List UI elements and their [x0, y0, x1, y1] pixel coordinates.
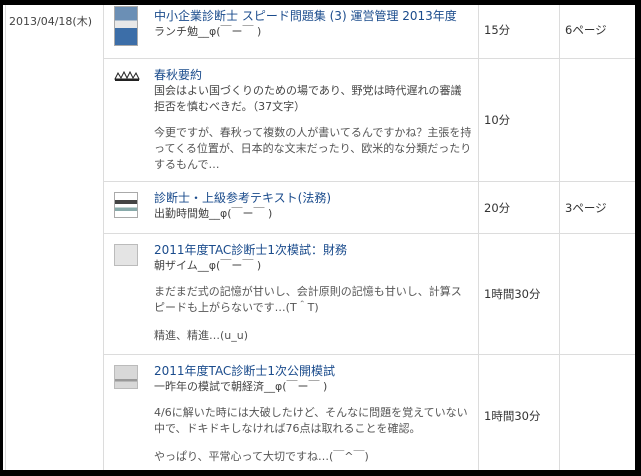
book-comment: 4/6に解いた時には大破したけど、そんなに問題を覚えていない中で、ドキドキしなけ…	[154, 406, 468, 435]
study-time: 15分	[478, 5, 560, 59]
book-cover-thumbnail[interactable]	[114, 244, 140, 344]
study-time: 1時間30分	[478, 354, 560, 470]
book-cover-thumbnail[interactable]	[114, 6, 140, 46]
book-note: ランチ勉__φ(￣ー￣ )	[154, 25, 262, 38]
book-note: 朝ザイム__φ(￣ー￣ )	[154, 259, 262, 272]
date-label: 2013/04/18(木)	[9, 15, 92, 28]
book-title-link[interactable]: 診断士・上級参考テキスト(法務)	[154, 190, 472, 206]
book-comment: まだまだ式の記憶が甘いし、会計原則の記憶も甘いし、計算スピードも上がらないです……	[154, 285, 462, 314]
book-cell: 2011年度TAC診断士1次公開模試 一昨年の模試で朝経済__φ(￣ー￣ ) 4…	[103, 354, 479, 470]
table-row: 2013/04/18(木) 中小企業診断士 スピード問題集 (3) 運営管理 2…	[5, 5, 635, 470]
book-cell: 2011年度TAC診断士1次模試：財務 朝ザイム__φ(￣ー￣ ) まだまだ式の…	[103, 233, 479, 355]
page-count: 3ページ	[559, 181, 635, 234]
book-note: 一昨年の模試で朝経済__φ(￣ー￣ )	[154, 380, 328, 393]
study-time: 1時間30分	[478, 233, 560, 355]
date-cell: 2013/04/18(木)	[5, 5, 104, 470]
study-log-panel: 2013/04/18(木) 中小企業診断士 スピード問題集 (3) 運営管理 2…	[3, 5, 635, 470]
study-time: 10分	[478, 58, 560, 182]
book-title-link[interactable]: 中小企業診断士 スピード問題集 (3) 運営管理 2013年度	[154, 8, 472, 24]
book-title-link[interactable]: 2011年度TAC診断士1次公開模試	[154, 363, 472, 379]
crown-logo-icon	[114, 70, 140, 81]
book-title-link[interactable]: 2011年度TAC診断士1次模試：財務	[154, 242, 472, 258]
book-comment-extra: 精進、精進…(u_u)	[154, 329, 249, 342]
study-time: 20分	[478, 181, 560, 234]
book-comment: 今更ですが、春秋って複数の人が書いてるんですかね？主張を持ってくる位置が、日本的…	[154, 126, 472, 171]
page-count	[559, 233, 635, 355]
book-comment-extra: やっぱり、平常心って大切ですね…(￣^￣)	[154, 450, 369, 463]
page-count	[559, 354, 635, 470]
book-cover-thumbnail[interactable]	[114, 192, 140, 222]
book-note: 国会はよい国づくりのための場であり、野党は時代遅れの審議拒否を慎むべきだ。（37…	[154, 84, 462, 113]
book-title-link[interactable]: 春秋要約	[154, 67, 472, 83]
page-count	[559, 58, 635, 182]
book-cell: 春秋要約 国会はよい国づくりのための場であり、野党は時代遅れの審議拒否を慎むべき…	[103, 58, 479, 182]
book-cover-thumbnail[interactable]	[114, 365, 140, 465]
book-cell: 中小企業診断士 スピード問題集 (3) 運営管理 2013年度 ランチ勉__φ(…	[103, 5, 479, 59]
book-note: 出勤時間勉__φ(￣ー￣ )	[154, 207, 273, 220]
page-count: 6ページ	[559, 5, 635, 59]
book-cell: 診断士・上級参考テキスト(法務) 出勤時間勉__φ(￣ー￣ )	[103, 181, 479, 234]
book-cover-thumbnail[interactable]	[114, 69, 140, 173]
study-log-table: 2013/04/18(木) 中小企業診断士 スピード問題集 (3) 運営管理 2…	[5, 5, 635, 470]
